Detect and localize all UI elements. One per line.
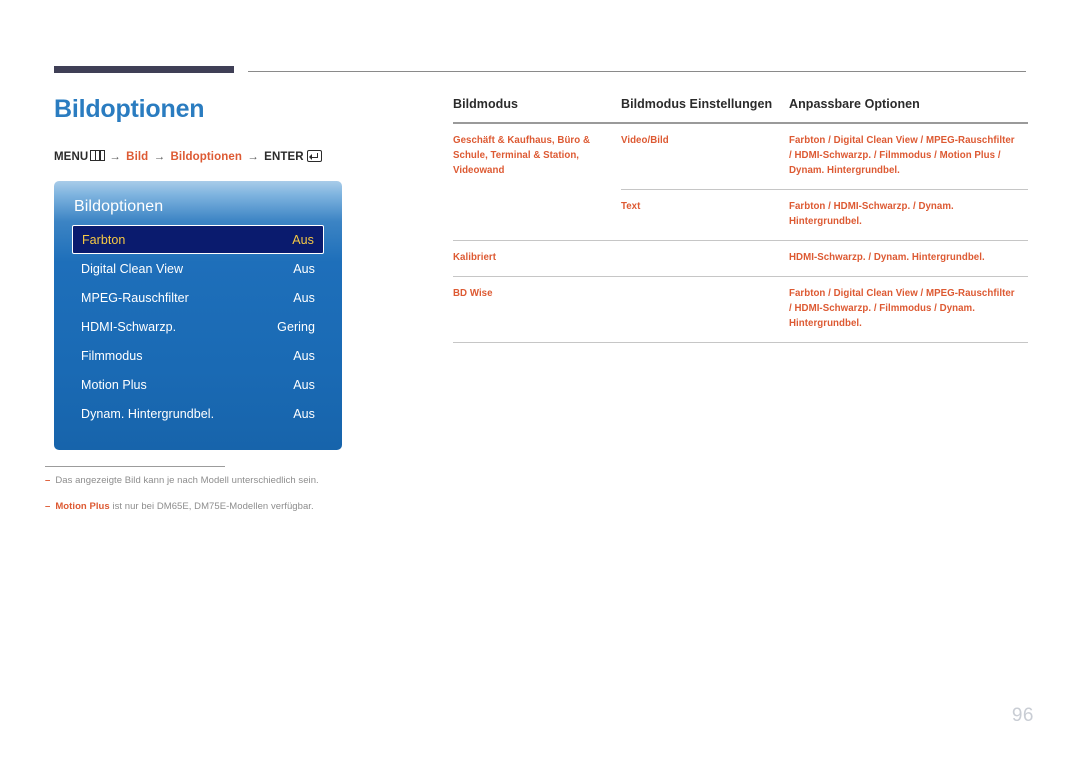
breadcrumb-arrow-3: → — [247, 150, 259, 163]
cell-bildmodus: BD Wise — [453, 288, 493, 300]
options-table: Bildmodus Bildmodus Einstellungen Anpass… — [453, 97, 1028, 344]
column-header-bildmodus-einstellungen: Bildmodus Einstellungen — [621, 97, 773, 111]
table-bottom-rule — [453, 342, 1028, 344]
menu-grid-icon — [90, 149, 106, 161]
table-row: Kalibriert HDMI-Schwarzp. / Dynam. Hinte… — [453, 240, 1028, 277]
osd-item-value: Aus — [293, 377, 315, 392]
osd-item-label: Dynam. Hintergrundbel. — [81, 406, 215, 421]
table-body: Geschäft & Kaufhaus, Büro & Schule, Term… — [453, 123, 1028, 344]
column-header-bildmodus: Bildmodus — [453, 97, 519, 111]
breadcrumb-arrow-1: → — [109, 150, 121, 163]
breadcrumb: MENU → Bild → Bildoptionen → ENTER — [54, 149, 414, 163]
osd-item-label: MPEG-Rauschfilter — [81, 290, 189, 305]
breadcrumb-enter-label: ENTER — [264, 150, 304, 163]
breadcrumb-arrow-2: → — [153, 150, 166, 163]
breadcrumb-step-bildoptionen: Bildoptionen — [170, 150, 242, 163]
osd-menu-item-filmmodus[interactable]: Filmmodus Aus — [72, 341, 324, 370]
footnote-dash: – — [45, 501, 51, 513]
osd-item-label: Motion Plus — [81, 377, 147, 392]
osd-menu-item-mpeg-rauschfilter[interactable]: MPEG-Rauschfilter Aus — [72, 283, 324, 312]
cell-optionen: Farbton / Digital Clean View / MPEG-Raus… — [789, 135, 1015, 177]
cell-optionen: HDMI-Schwarzp. / Dynam. Hintergrundbel. — [789, 252, 985, 264]
osd-menu-item-digital-clean-view[interactable]: Digital Clean View Aus — [72, 254, 324, 283]
cell-einstellungen — [621, 241, 789, 277]
osd-item-value: Aus — [293, 348, 315, 363]
osd-menu-item-hdmi-schwarzp[interactable]: HDMI-Schwarzp. Gering — [72, 312, 324, 341]
osd-item-label: Farbton — [82, 232, 126, 247]
footnote-text: ist nur bei DM65E, DM75E-Modellen verfüg… — [109, 501, 314, 513]
table-row: Text Farbton / HDMI-Schwarzp. / Dynam. H… — [453, 189, 1028, 241]
osd-item-value: Gering — [277, 319, 315, 334]
footnote-text: Das angezeigte Bild kann je nach Modell … — [55, 475, 319, 486]
page-title: Bildoptionen — [54, 95, 205, 123]
table-header-row: Bildmodus Bildmodus Einstellungen Anpass… — [453, 97, 1028, 123]
table-header: Bildmodus Bildmodus Einstellungen Anpass… — [453, 97, 1028, 123]
cell-bildmodus — [453, 190, 621, 241]
cell-optionen: Farbton / HDMI-Schwarzp. / Dynam. Hinter… — [789, 189, 1028, 241]
cell-bildmodus: Kalibriert — [453, 252, 497, 264]
breadcrumb-step-bild: Bild — [126, 150, 149, 163]
footnote-divider — [45, 466, 225, 467]
cell-einstellungen: Text — [621, 189, 789, 241]
osd-item-value: Aus — [292, 232, 314, 247]
osd-item-label: Digital Clean View — [81, 261, 184, 276]
osd-menu-item-motion-plus[interactable]: Motion Plus Aus — [72, 370, 324, 399]
osd-menu-list: Farbton Aus Digital Clean View Aus MPEG-… — [72, 225, 324, 428]
osd-menu-item-dynam-hintergrundbel[interactable]: Dynam. Hintergrundbel. Aus — [72, 399, 324, 428]
options-table-container: Bildmodus Bildmodus Einstellungen Anpass… — [453, 97, 1028, 344]
osd-panel: Bildoptionen Farbton Aus Digital Clean V… — [54, 181, 342, 450]
enter-key-icon — [306, 149, 322, 162]
footnote-item: – Motion Plus ist nur bei DM65E, DM75E-Mo… — [45, 500, 465, 513]
footnote-list: – Das angezeigte Bild kann je nach Modell… — [45, 474, 465, 527]
table-row: Geschäft & Kaufhaus, Büro & Schule, Term… — [453, 123, 1028, 190]
header-accent-bar — [54, 66, 234, 73]
footnote-dash: – — [45, 475, 51, 486]
header-divider-line — [248, 71, 1026, 72]
footnote-item: – Das angezeigte Bild kann je nach Modell… — [45, 474, 465, 487]
breadcrumb-menu-label: MENU — [54, 150, 89, 163]
table-row: BD Wise Farbton / Digital Clean View / M… — [453, 276, 1028, 343]
cell-einstellungen: Video/Bild — [621, 135, 669, 146]
osd-item-value: Aus — [293, 261, 315, 276]
footnote-accent-term: Motion Plus — [55, 501, 110, 513]
osd-panel-title: Bildoptionen — [74, 198, 164, 215]
left-column: Bildoptionen MENU → Bild → Bildoptionen →… — [54, 95, 414, 163]
osd-menu-item-farbton[interactable]: Farbton Aus — [72, 225, 324, 254]
cell-optionen: Farbton / Digital Clean View / MPEG-Raus… — [789, 288, 1015, 330]
osd-item-value: Aus — [293, 290, 315, 305]
osd-item-value: Aus — [293, 406, 315, 421]
osd-item-label: Filmmodus — [81, 348, 143, 363]
page-number: 96 — [1011, 705, 1034, 726]
cell-einstellungen — [621, 277, 789, 343]
osd-item-label: HDMI-Schwarzp. — [81, 319, 177, 334]
column-header-anpassbare-optionen: Anpassbare Optionen — [789, 97, 920, 111]
cell-bildmodus: Geschäft & Kaufhaus, Büro & Schule, Term… — [453, 135, 590, 177]
